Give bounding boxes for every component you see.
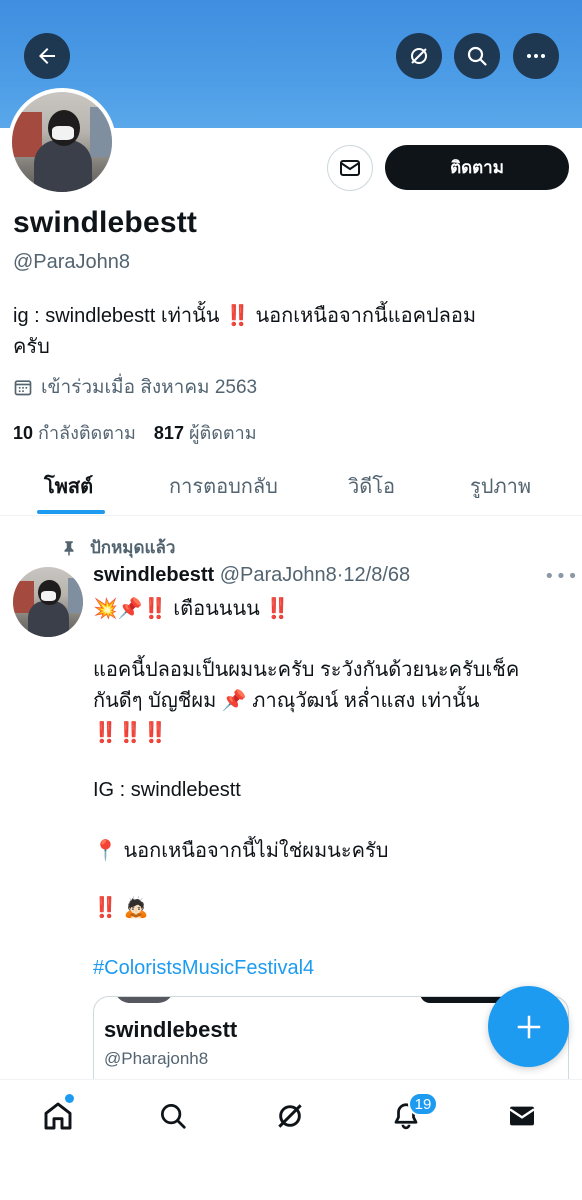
post-header: swindlebestt @ParaJohn8·12/8/68 <box>93 564 410 587</box>
messages-icon <box>509 1106 535 1126</box>
message-button[interactable] <box>327 145 373 191</box>
pin-icon <box>64 540 74 555</box>
pinned-indicator: ปักหมุดแล้ว <box>60 534 175 561</box>
grok-icon <box>411 48 427 64</box>
more-button[interactable] <box>513 33 559 79</box>
compose-button[interactable] <box>488 986 569 1067</box>
followers-link[interactable]: 817 ผู้ติดตาม <box>154 418 257 447</box>
post-author-handle[interactable]: @ParaJohn8 <box>220 564 337 586</box>
notification-badge: 19 <box>408 1092 438 1116</box>
quoted-author-name: swindlebestt <box>104 1017 238 1042</box>
home-icon <box>44 1102 72 1130</box>
display-name: swindlebestt <box>13 206 198 239</box>
grok-button[interactable] <box>396 33 442 79</box>
nav-search[interactable] <box>153 1096 193 1136</box>
pinned-label: ปักหมุดแล้ว <box>90 538 176 557</box>
tab-videos[interactable]: วิดีโอ <box>348 470 395 502</box>
post-date[interactable]: 12/8/68 <box>343 564 410 586</box>
tab-photos[interactable]: รูปภาพ <box>470 470 531 502</box>
card-media-fragment <box>114 997 174 1003</box>
bio-line: ครับ <box>13 336 50 358</box>
join-date-text: เข้าร่วมเมื่อ สิงหาคม 2563 <box>41 377 258 398</box>
bottom-navigation: 19 <box>0 1079 582 1200</box>
envelope-icon <box>340 160 360 176</box>
following-link[interactable]: 10 กำลังติดตาม <box>13 418 136 447</box>
post-avatar[interactable] <box>13 567 83 637</box>
bio-line: ig : swindlebestt เท่านั้น ‼️ นอกเหนือจา… <box>13 305 477 327</box>
calendar-icon <box>14 380 32 396</box>
join-date: เข้าร่วมเมื่อ สิงหาคม 2563 <box>13 372 257 402</box>
post-more-icon[interactable]: ••• <box>544 566 579 587</box>
profile-avatar[interactable] <box>8 88 116 196</box>
tab-posts[interactable]: โพสต์ <box>44 470 93 502</box>
following-label: กำลังติดตาม <box>38 423 136 443</box>
tab-replies[interactable]: การตอบกลับ <box>169 470 278 502</box>
follow-stats: 10 กำลังติดตาม 817 ผู้ติดตาม <box>13 418 257 447</box>
follow-button[interactable]: ติดตาม <box>385 145 569 190</box>
post-hashtag[interactable]: #ColoristsMusicFestival4 <box>93 953 314 984</box>
more-horizontal-icon <box>527 54 545 58</box>
following-count: 10 <box>13 423 34 443</box>
back-button[interactable] <box>24 33 70 79</box>
post-text-line: ‼️‼️‼️ <box>93 720 168 744</box>
user-handle: @ParaJohn8 <box>13 251 131 273</box>
post-text-line: กันดีๆ บัญชีผม 📌 ภาณุวัฒน์ หล่ำแสง เท่าน… <box>93 690 480 712</box>
post-text-line: IG : swindlebestt <box>93 779 241 801</box>
quoted-author-handle: @Pharajonh8 <box>104 1049 209 1068</box>
post-text-line: 📍 นอกเหนือจากนี้ไม่ใช่ผมนะครับ <box>93 840 389 862</box>
search-icon <box>161 1104 186 1129</box>
plus-icon <box>517 1015 540 1038</box>
post-text-line: แอคนี้ปลอมเป็นผมนะครับ ระวังกันด้วยนะครั… <box>93 659 520 681</box>
bio: ig : swindlebestt เท่านั้น ‼️ นอกเหนือจา… <box>13 301 553 363</box>
home-unread-dot <box>65 1094 74 1103</box>
search-button[interactable] <box>454 33 500 79</box>
profile-tabs: โพสต์ การตอบกลับ วิดีโอ รูปภาพ <box>0 456 582 516</box>
active-tab-indicator <box>37 510 105 514</box>
nav-grok[interactable] <box>270 1096 310 1136</box>
nav-messages[interactable] <box>502 1096 542 1136</box>
arrow-left-icon <box>39 48 55 64</box>
post-text-line: 💥📌‼️ เตือนนนน ‼️ <box>93 598 291 620</box>
post-author-name[interactable]: swindlebestt <box>93 564 214 586</box>
grok-icon <box>278 1104 302 1128</box>
post-text-line: ‼️ 🙇🏻 <box>93 897 149 919</box>
followers-count: 817 <box>153 423 184 443</box>
followers-label: ผู้ติดตาม <box>188 423 257 443</box>
search-icon <box>467 46 487 66</box>
